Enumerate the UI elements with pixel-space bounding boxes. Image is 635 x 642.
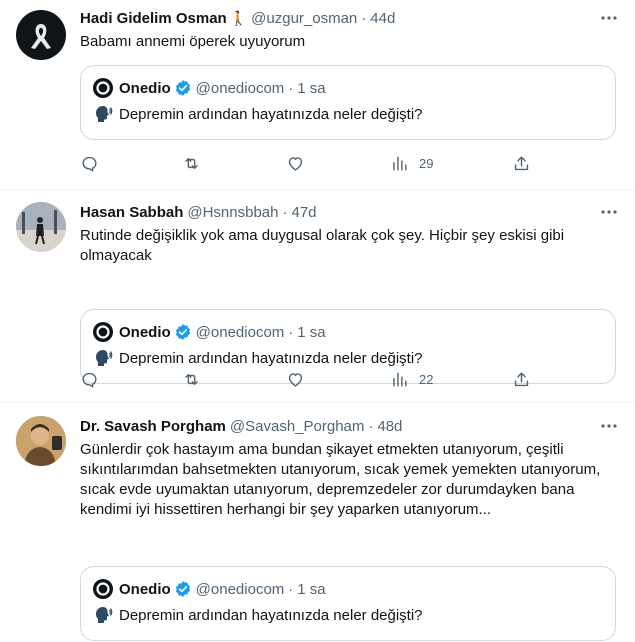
verified-badge-icon bbox=[175, 80, 190, 96]
separator-dot: · bbox=[282, 203, 288, 221]
quoted-display-name: Onedio bbox=[119, 323, 171, 341]
avatar[interactable] bbox=[16, 202, 66, 252]
quoted-timestamp: 1 sa bbox=[297, 79, 326, 97]
heart-icon bbox=[288, 372, 303, 387]
more-options-icon[interactable] bbox=[599, 8, 619, 28]
display-name[interactable]: Hadi Gidelim Osman bbox=[80, 10, 227, 27]
views-count: 22 bbox=[419, 371, 434, 387]
profile-photo-icon bbox=[16, 202, 66, 252]
quoted-tweet-text: Depremin ardından hayatınızda neler deği… bbox=[119, 105, 423, 123]
views-count: 29 bbox=[419, 155, 434, 171]
speaking-head-icon bbox=[96, 106, 113, 122]
onedio-logo-icon bbox=[93, 78, 113, 98]
views-button[interactable]: 22 bbox=[390, 369, 433, 389]
heart-icon bbox=[288, 156, 303, 171]
display-name[interactable]: Dr. Savash Porgham bbox=[80, 418, 226, 435]
retweet-icon bbox=[185, 157, 198, 169]
more-options-icon[interactable] bbox=[599, 416, 619, 436]
share-icon bbox=[514, 371, 529, 386]
verified-badge-icon bbox=[175, 324, 190, 340]
quoted-tweet-text: Depremin ardından hayatınızda neler deği… bbox=[119, 349, 423, 367]
onedio-logo-icon bbox=[93, 322, 113, 342]
black-ribbon-icon bbox=[31, 24, 51, 49]
quoted-tweet[interactable]: Onedio @onediocom · 1 sa Depremin ardınd… bbox=[80, 65, 616, 140]
separator-dot: · bbox=[288, 323, 294, 341]
reply-button[interactable] bbox=[80, 153, 99, 173]
separator-dot: · bbox=[288, 580, 294, 598]
separator-dot: · bbox=[361, 9, 367, 27]
quoted-display-name: Onedio bbox=[119, 580, 171, 598]
avatar[interactable] bbox=[16, 10, 66, 60]
quoted-user-handle: @onediocom bbox=[195, 323, 285, 341]
tweet[interactable]: Dr. Savash Porgham @Savash_Porgham · 48d… bbox=[0, 403, 635, 642]
like-button[interactable] bbox=[286, 369, 305, 389]
views-button[interactable]: 29 bbox=[390, 153, 433, 173]
retweet-button[interactable] bbox=[182, 369, 201, 389]
user-handle[interactable]: @Hsnnsbbah bbox=[187, 204, 278, 221]
user-handle[interactable]: @uzgur_osman bbox=[251, 10, 357, 27]
tweet-text: Babamı annemi öperek uyuyorum bbox=[80, 33, 306, 50]
quoted-display-name: Onedio bbox=[119, 79, 171, 97]
share-icon bbox=[514, 155, 529, 170]
speaking-head-icon bbox=[96, 350, 113, 366]
quoted-timestamp: 1 sa bbox=[297, 323, 326, 341]
timestamp[interactable]: 48d bbox=[377, 418, 402, 435]
tweet[interactable]: Hadi Gidelim Osman 🚶 @uzgur_osman · 44d … bbox=[0, 0, 635, 190]
tweet-text: Rutinde değişiklik yok ama duygusal olar… bbox=[80, 227, 565, 264]
tweet-text: Günlerdir çok hastayım ama bundan şikaye… bbox=[80, 441, 601, 518]
profile-photo-icon bbox=[16, 416, 66, 466]
like-button[interactable] bbox=[286, 153, 305, 173]
retweet-icon bbox=[185, 373, 198, 385]
views-chart-icon bbox=[393, 155, 407, 171]
display-name[interactable]: Hasan Sabbah bbox=[80, 204, 183, 221]
share-button[interactable] bbox=[512, 369, 531, 389]
separator-dot: · bbox=[288, 79, 294, 97]
quoted-user-handle: @onediocom bbox=[195, 79, 285, 97]
reply-icon bbox=[82, 372, 97, 387]
timestamp[interactable]: 47d bbox=[292, 204, 317, 221]
reply-icon bbox=[82, 156, 97, 171]
share-button[interactable] bbox=[512, 153, 531, 173]
tweet[interactable]: Hasan Sabbah @Hsnnsbbah · 47d Rutinde de… bbox=[0, 190, 635, 403]
quoted-timestamp: 1 sa bbox=[297, 580, 326, 598]
name-emoji: 🚶 bbox=[229, 9, 248, 26]
onedio-logo-icon bbox=[93, 579, 113, 599]
speaking-head-icon bbox=[96, 607, 113, 623]
retweet-button[interactable] bbox=[182, 153, 201, 173]
user-handle[interactable]: @Savash_Porgham bbox=[230, 418, 364, 435]
more-options-icon[interactable] bbox=[599, 202, 619, 222]
verified-badge-icon bbox=[175, 581, 190, 597]
quoted-tweet[interactable]: Onedio @onediocom · 1 sa Depremin ardınd… bbox=[80, 566, 616, 641]
separator-dot: · bbox=[368, 417, 374, 435]
quoted-tweet-text: Depremin ardından hayatınızda neler deği… bbox=[119, 606, 423, 624]
quoted-user-handle: @onediocom bbox=[195, 580, 285, 598]
timestamp[interactable]: 44d bbox=[370, 10, 395, 27]
views-chart-icon bbox=[393, 371, 407, 387]
reply-button[interactable] bbox=[80, 369, 99, 389]
avatar[interactable] bbox=[16, 416, 66, 466]
